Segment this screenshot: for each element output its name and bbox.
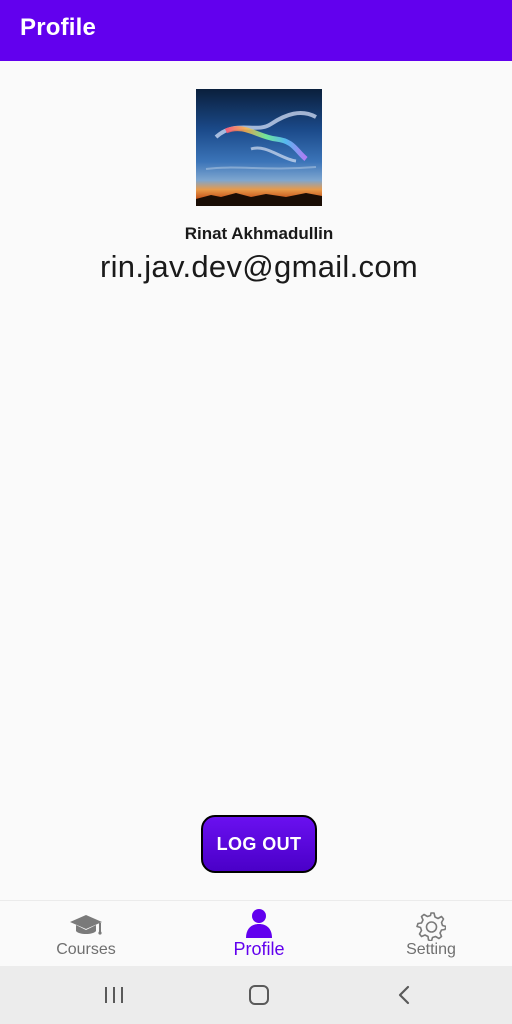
nav-item-profile[interactable]: Profile	[189, 901, 329, 967]
graduation-cap-icon	[70, 915, 102, 935]
user-name: Rinat Akhmadullin	[184, 224, 334, 243]
home-button[interactable]	[224, 966, 294, 1024]
nav-label-profile: Profile	[233, 939, 285, 959]
back-button[interactable]	[369, 966, 439, 1024]
nav-item-setting[interactable]: Setting	[361, 901, 501, 967]
avatar	[196, 89, 322, 206]
user-email: rin.jav.dev@gmail.com	[99, 249, 418, 284]
back-icon	[398, 985, 410, 1005]
home-icon	[249, 985, 269, 1005]
nav-item-courses[interactable]: Courses	[16, 901, 156, 967]
recent-apps-button[interactable]	[79, 966, 149, 1024]
nav-label-courses: Courses	[56, 941, 116, 958]
nav-label-setting: Setting	[406, 941, 456, 958]
profile-screen: Profile Rinat Akhmadullin rin.jav.dev@gm…	[0, 0, 512, 1024]
system-navigation-bar	[0, 966, 512, 1024]
app-bar: Profile	[0, 0, 512, 61]
page-title: Profile	[20, 14, 97, 41]
bottom-navigation: Courses Profile Setting	[0, 900, 512, 966]
avatar-image	[196, 89, 322, 206]
recent-apps-icon	[105, 987, 123, 1003]
person-icon	[246, 909, 272, 938]
gear-icon	[416, 912, 446, 941]
logout-button[interactable]: LOG OUT	[201, 815, 317, 873]
